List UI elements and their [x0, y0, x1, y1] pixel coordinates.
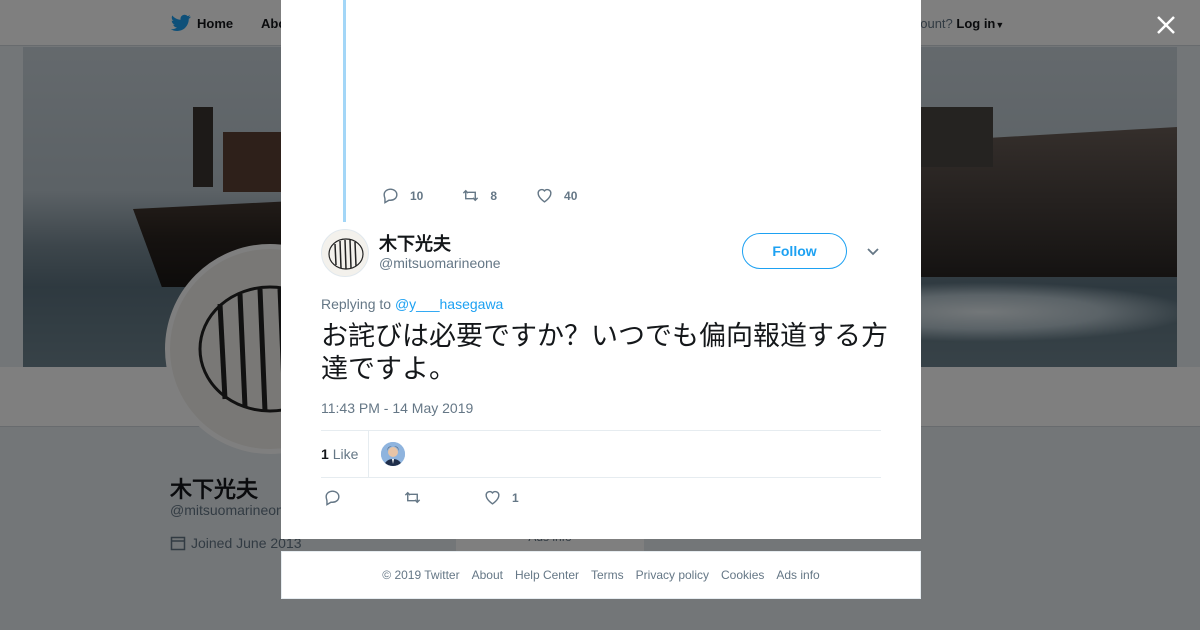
heart-icon [485, 490, 500, 505]
heart-icon [537, 188, 552, 203]
footer-copyright: © 2019 Twitter [382, 568, 460, 582]
retweet-icon [463, 189, 479, 202]
retweet-action[interactable] [403, 488, 483, 507]
footer-link-help-center[interactable]: Help Center [515, 568, 579, 582]
like-action[interactable]: 1 [483, 488, 563, 507]
retweet-icon [404, 491, 421, 504]
tweet-stats: 1 Like [321, 430, 881, 478]
reply-icon [383, 188, 398, 204]
retweet-count: 8 [490, 188, 498, 203]
stats-divider [368, 431, 369, 478]
like-count: 40 [564, 188, 578, 203]
liker-avatar[interactable] [381, 442, 405, 466]
like-count: 1 [512, 490, 519, 505]
close-modal-button[interactable] [1150, 9, 1182, 41]
tweet-timestamp[interactable]: 11:43 PM - 14 May 2019 [321, 400, 473, 416]
chevron-down-icon[interactable] [865, 243, 881, 259]
replying-mention-link[interactable]: @y___hasegawa [395, 296, 503, 312]
fish-drawing-icon [328, 238, 364, 270]
close-icon [1157, 16, 1175, 34]
tweet-author-name[interactable]: 木下光夫 [379, 230, 451, 256]
tweet-author-handle[interactable]: @mitsuomarineone [379, 255, 501, 271]
footer-link-about[interactable]: About [472, 568, 503, 582]
footer-link-ads-info[interactable]: Ads info [776, 568, 819, 582]
tweet-actions: 1 [323, 488, 563, 507]
replying-prefix: Replying to [321, 296, 392, 312]
tweet-modal: 10 8 40 木下光夫 @mitsuomarineone Follow Rep… [281, 0, 921, 539]
follow-button[interactable]: Follow [742, 233, 847, 269]
likes-number: 1 [321, 446, 329, 462]
likes-word: Like [332, 446, 359, 462]
reply-icon [325, 490, 340, 506]
tweet-text: お詫びは必要ですか？いつでも偏向報道する方達ですよ。 [321, 321, 888, 385]
likes-stat[interactable]: 1 Like [321, 446, 358, 462]
like-action[interactable]: 40 [535, 186, 577, 205]
tweet-author-avatar[interactable] [321, 229, 369, 277]
previous-tweet-actions: 10 8 40 [381, 186, 577, 205]
footer-link-cookies[interactable]: Cookies [721, 568, 764, 582]
footer-link-terms[interactable]: Terms [591, 568, 624, 582]
replying-to: Replying to @y___hasegawa [321, 296, 503, 312]
retweet-action[interactable]: 8 [461, 186, 497, 205]
footer-link-privacy[interactable]: Privacy policy [636, 568, 709, 582]
modal-footer: © 2019 Twitter About Help Center Terms P… [281, 551, 921, 599]
reply-count: 10 [410, 188, 424, 203]
reply-action[interactable]: 10 [381, 186, 423, 205]
conversation-thread-line [343, 0, 346, 222]
reply-action[interactable] [323, 488, 403, 507]
person-avatar-icon [381, 442, 405, 466]
